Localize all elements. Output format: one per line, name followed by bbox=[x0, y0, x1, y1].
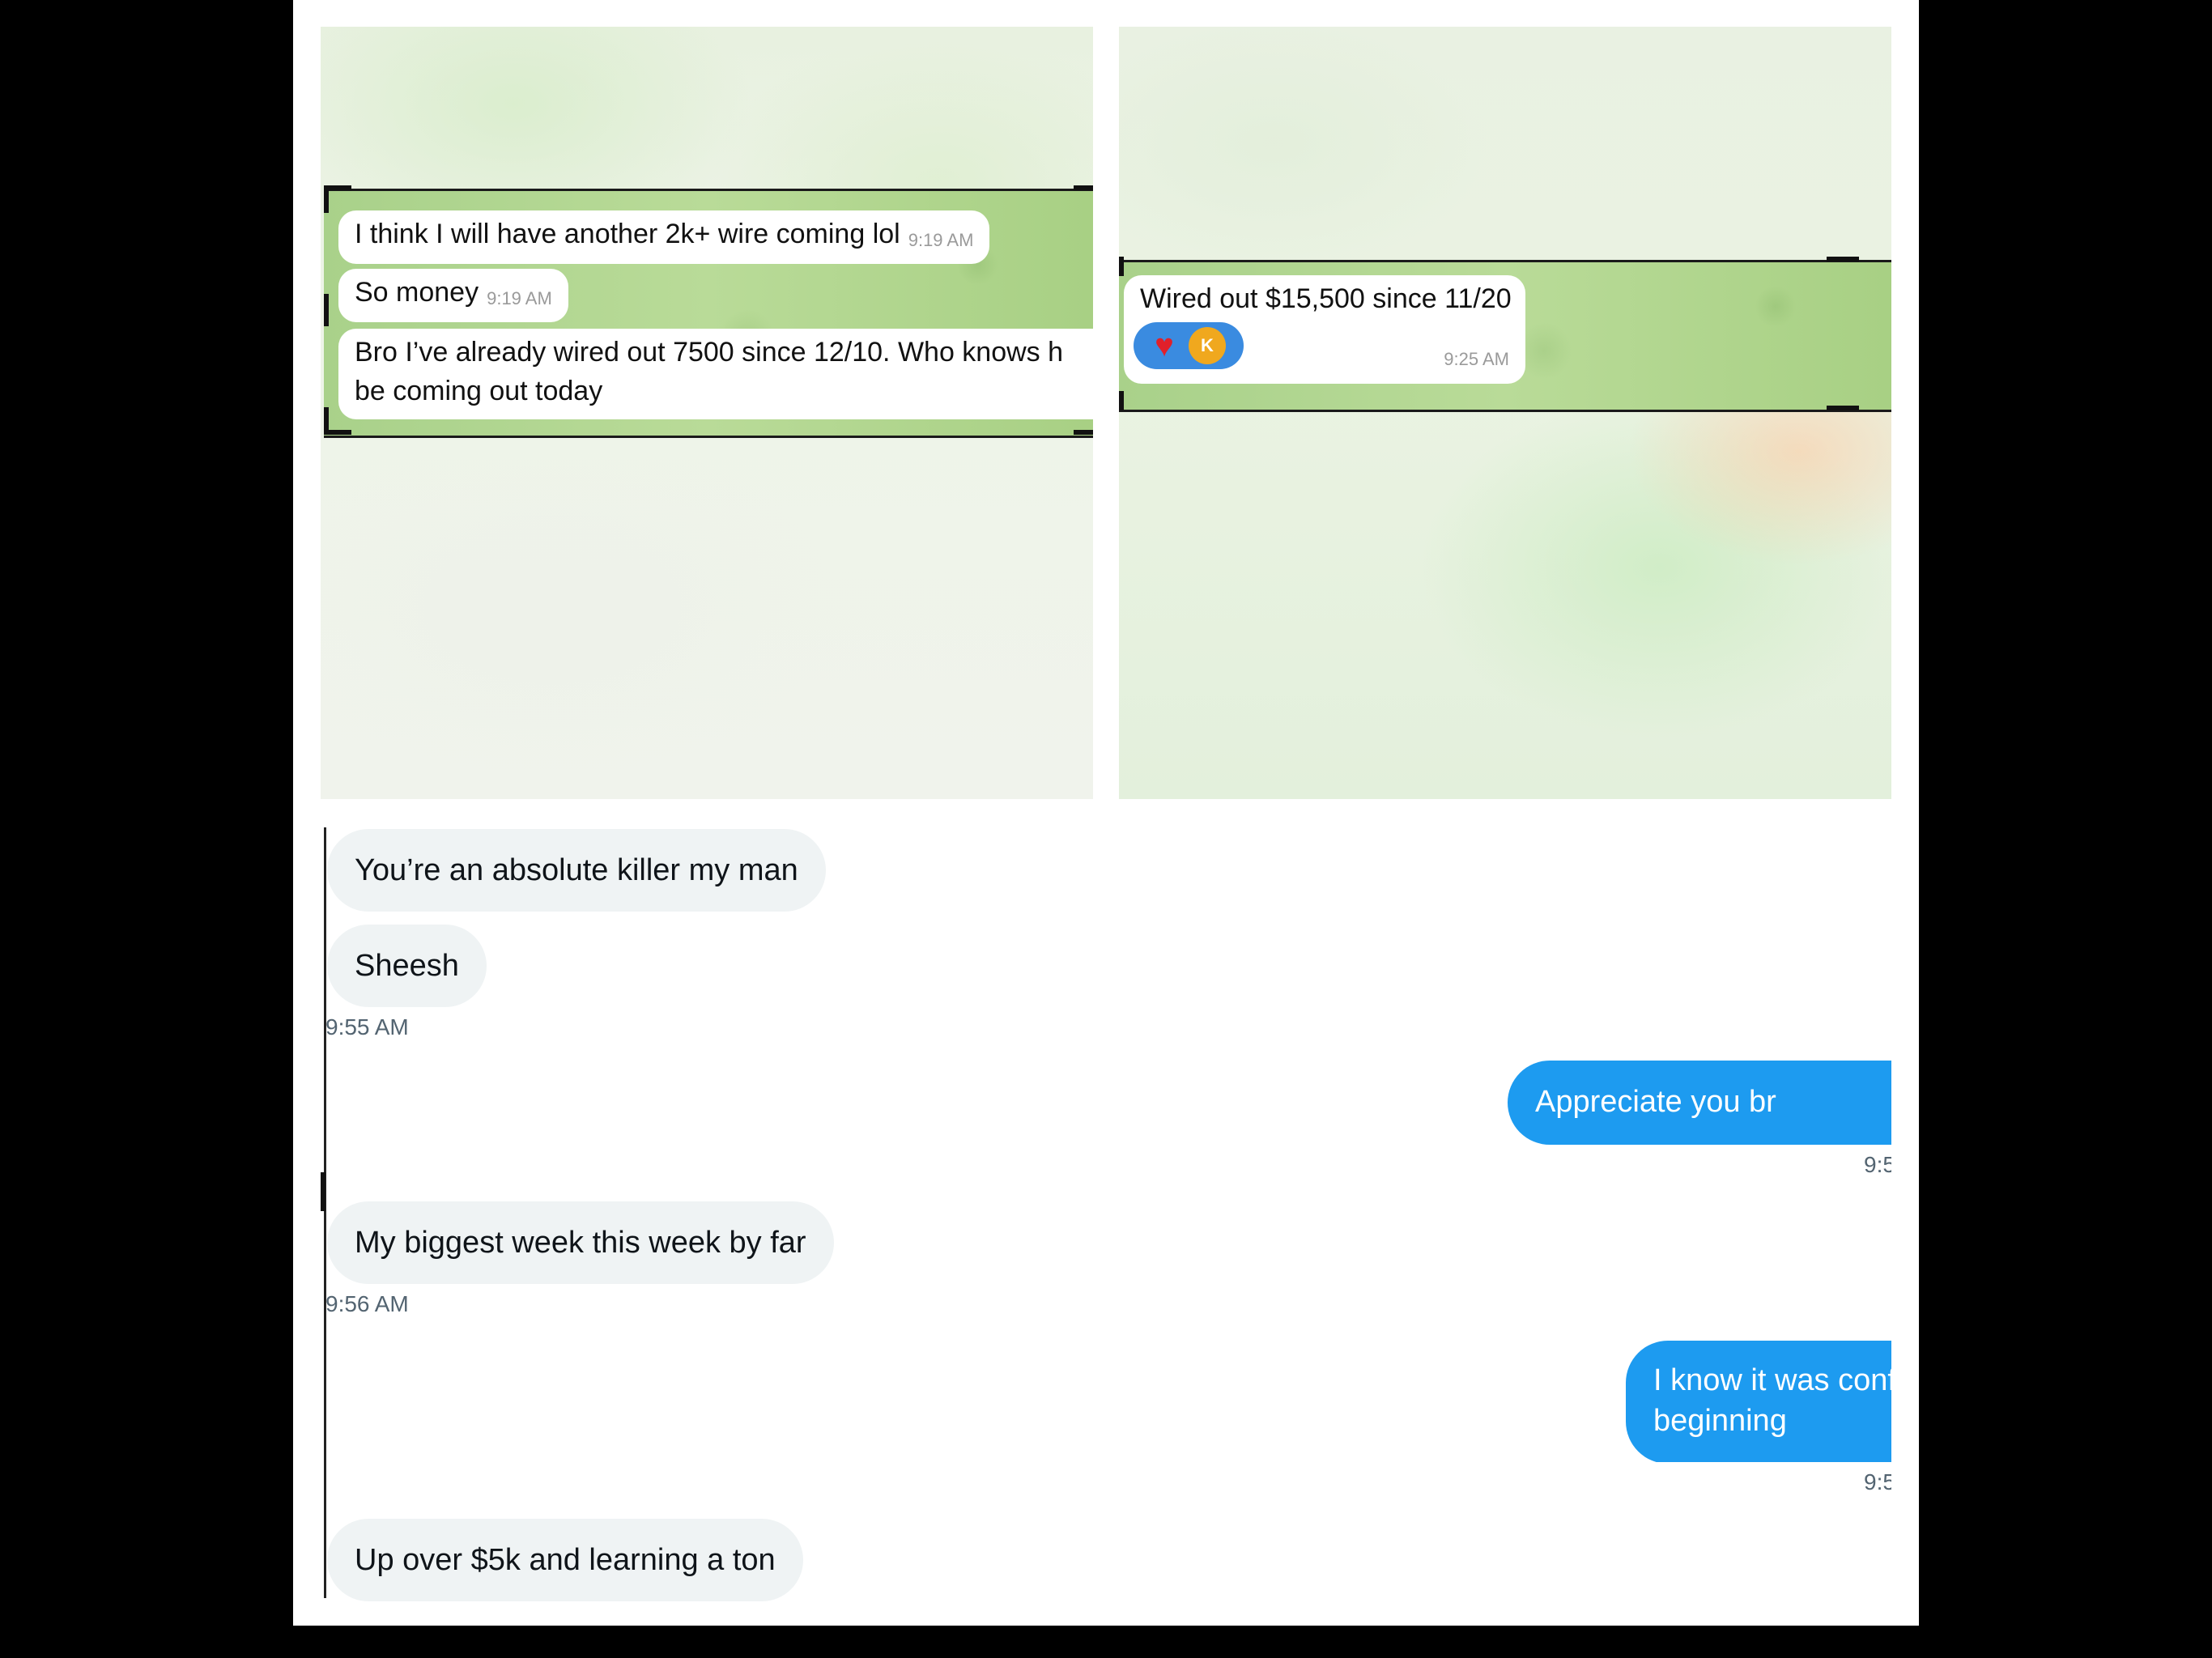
message-text-line: Bro I’ve already wired out 7500 since 12… bbox=[355, 337, 1064, 368]
timestamp-clip: 9:5 bbox=[1864, 1151, 1891, 1184]
message-text: Wired out $15,500 since 11/20 bbox=[1140, 283, 1512, 314]
message-time: 9:19 AM bbox=[908, 230, 974, 250]
message-text: My biggest week this week by far bbox=[355, 1226, 806, 1260]
crop-edge-handle[interactable] bbox=[1827, 257, 1859, 261]
outgoing-message-bubble[interactable]: Appreciate you br bbox=[1508, 1061, 1891, 1145]
message-text: I think I will have another 2k+ wire com… bbox=[355, 219, 900, 249]
message-timestamp: 9:5 bbox=[1864, 1469, 1891, 1494]
message-text: Up over $5k and learning a ton bbox=[355, 1543, 776, 1577]
message-time: 9:25 AM bbox=[1444, 349, 1509, 369]
outgoing-bubble-clip: Appreciate you br bbox=[1508, 1059, 1891, 1156]
crop-edge-handle[interactable] bbox=[1827, 406, 1859, 410]
message-text-line: beginning bbox=[1653, 1404, 1787, 1438]
incoming-message-bubble[interactable]: You’re an absolute killer my man bbox=[327, 829, 826, 912]
highlight-strip: Wired out $15,500 since 11/20 ♥ K 9:25 A… bbox=[1119, 260, 1891, 412]
message-bubble[interactable]: I think I will have another 2k+ wire com… bbox=[338, 210, 990, 264]
screenshot-collage: I think I will have another 2k+ wire com… bbox=[293, 0, 1919, 1626]
message-text: Sheesh bbox=[355, 949, 459, 983]
incoming-message-bubble[interactable]: Sheesh bbox=[327, 925, 487, 1007]
timestamp-clip: 9:5 bbox=[1864, 1469, 1891, 1501]
message-text: Appreciate you br bbox=[1535, 1085, 1776, 1119]
message-text-line: be coming out today bbox=[355, 376, 603, 406]
message-bubble[interactable]: Bro I’ve already wired out 7500 since 12… bbox=[338, 329, 1093, 419]
message-time: 9:19 AM bbox=[487, 288, 552, 308]
crop-corner-handle[interactable] bbox=[1074, 430, 1093, 435]
heart-icon: ♥ bbox=[1155, 328, 1174, 363]
telegram-chat-panel-right: Wired out $15,500 since 11/20 ♥ K 9:25 A… bbox=[1119, 27, 1891, 799]
outgoing-message-bubble[interactable]: I know it was confusing AF at first in t… bbox=[1626, 1341, 1891, 1462]
crop-corner-handle[interactable] bbox=[324, 407, 329, 435]
crop-edge-handle[interactable] bbox=[1119, 257, 1124, 276]
message-bubble[interactable]: So money 9:19 AM bbox=[338, 269, 568, 322]
crop-edge-handle[interactable] bbox=[1119, 391, 1124, 410]
crop-edge-handle[interactable] bbox=[324, 294, 329, 326]
telegram-chat-panel-left: I think I will have another 2k+ wire com… bbox=[321, 27, 1093, 799]
incoming-message-bubble[interactable]: My biggest week this week by far bbox=[327, 1201, 834, 1284]
message-text-line: I know it was confusing AF at first in t… bbox=[1653, 1363, 1891, 1397]
reactor-avatar: K bbox=[1189, 327, 1226, 364]
message-timestamp: 9:56 AM bbox=[325, 1291, 409, 1316]
message-timestamp: 9:55 AM bbox=[325, 1014, 409, 1039]
crop-corner-handle[interactable] bbox=[1074, 185, 1093, 190]
crop-edge-handle[interactable] bbox=[321, 1172, 325, 1211]
crop-boundary-line bbox=[324, 827, 326, 1598]
outgoing-bubble-clip: I know it was confusing AF at first in t… bbox=[1626, 1339, 1891, 1462]
incoming-message-bubble[interactable]: Up over $5k and learning a ton bbox=[327, 1519, 803, 1601]
message-timestamp: 9:5 bbox=[1864, 1152, 1891, 1177]
message-text: You’re an absolute killer my man bbox=[355, 853, 798, 887]
highlight-strip: I think I will have another 2k+ wire com… bbox=[324, 189, 1093, 438]
crop-corner-handle[interactable] bbox=[324, 185, 329, 213]
reactions-pill[interactable]: ♥ K bbox=[1134, 322, 1244, 369]
message-bubble[interactable]: Wired out $15,500 since 11/20 ♥ K 9:25 A… bbox=[1124, 275, 1525, 384]
message-text: So money bbox=[355, 277, 479, 308]
